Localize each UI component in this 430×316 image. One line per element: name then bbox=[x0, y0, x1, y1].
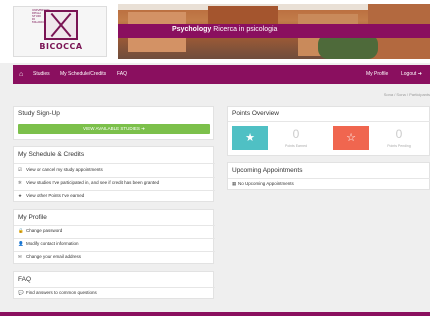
calendar-check-icon: ☑ bbox=[18, 167, 23, 172]
nav-logout[interactable]: Logout ➜ bbox=[401, 65, 422, 84]
no-appointments-text: ▦ No Upcoming Appointments bbox=[232, 181, 294, 186]
nav-my-schedule[interactable]: My Schedule/Credits bbox=[60, 65, 106, 84]
view-studies-button[interactable]: VIEW AVAILABLE STUDIES ➜ bbox=[18, 124, 210, 134]
user-icon: 👤 bbox=[18, 241, 24, 246]
logo-emblem-icon bbox=[44, 10, 78, 40]
star-icon: ★ bbox=[245, 132, 255, 144]
home-icon[interactable]: ⌂ bbox=[19, 65, 23, 84]
comments-icon: 💬 bbox=[18, 290, 24, 295]
study-signup-title: Study Sign-Up bbox=[18, 110, 60, 117]
lock-icon: 🔒 bbox=[18, 228, 24, 233]
points-earned-caption: Points Earned bbox=[285, 144, 307, 148]
points-pending-caption: Points Pending bbox=[387, 144, 411, 148]
points-earned-value: 0 bbox=[292, 127, 300, 141]
schedule-title: My Schedule & Credits bbox=[18, 151, 85, 158]
arrow-circle-icon: ➜ bbox=[141, 126, 145, 131]
nav-faq[interactable]: FAQ bbox=[117, 65, 127, 84]
banner-title: Psychology Ricerca in psicologia bbox=[172, 26, 278, 33]
points-earned-tile: ★ bbox=[232, 126, 268, 150]
study-signup-panel: Study Sign-Up VIEW AVAILABLE STUDIES ➜ bbox=[13, 106, 214, 140]
points-pending-tile: ☆ bbox=[333, 126, 369, 150]
profile-title: My Profile bbox=[18, 214, 47, 221]
schedule-panel: My Schedule & Credits ☑ View or cancel my… bbox=[13, 146, 215, 202]
half-star-icon: ☆ bbox=[346, 132, 356, 144]
points-title: Points Overview bbox=[232, 110, 279, 117]
faq-panel: FAQ 💬 Find answers to common questions bbox=[13, 271, 215, 299]
exit-icon: ➜ bbox=[417, 71, 422, 77]
university-logo[interactable]: UNIVERSITA DEGLI STUDI DI MILANO BICOCCA bbox=[13, 6, 107, 57]
schedule-link-participated[interactable]: ✲ View studies I've participated in, and … bbox=[18, 180, 159, 186]
campus-banner: Psychology Ricerca in psicologia bbox=[118, 4, 430, 59]
points-panel: Points Overview ★ 0 Points Earned ☆ 0 Po… bbox=[227, 106, 430, 156]
gear-icon: ✲ bbox=[18, 180, 22, 185]
nav-my-profile[interactable]: My Profile bbox=[366, 65, 388, 84]
star-icon: ★ bbox=[18, 193, 23, 198]
faq-link-answers[interactable]: 💬 Find answers to common questions bbox=[18, 290, 97, 296]
profile-link-email[interactable]: ✉ Change your email address bbox=[18, 254, 81, 260]
nav-studies[interactable]: Studies bbox=[33, 65, 50, 84]
envelope-icon: ✉ bbox=[18, 254, 22, 259]
schedule-link-points[interactable]: ★ View other Points I've earned bbox=[18, 193, 84, 199]
points-pending-value: 0 bbox=[395, 127, 403, 141]
appointments-title: Upcoming Appointments bbox=[232, 167, 303, 174]
schedule-link-appointments[interactable]: ☑ View or cancel my study appointments bbox=[18, 167, 103, 173]
faq-title: FAQ bbox=[18, 276, 32, 283]
page-footer bbox=[0, 312, 430, 316]
profile-link-password[interactable]: 🔒 Change password bbox=[18, 228, 62, 234]
breadcrumb: Sona / Sona / Participants bbox=[383, 92, 430, 97]
appointments-panel: Upcoming Appointments ▦ No Upcoming Appoi… bbox=[227, 162, 430, 190]
main-navbar: ⌂ Studies My Schedule/Credits FAQ My Pro… bbox=[13, 65, 430, 84]
logo-name: BICOCCA bbox=[39, 42, 83, 51]
logo-small-text: UNIVERSITA DEGLI STUDI DI MILANO bbox=[32, 8, 50, 24]
profile-panel: My Profile 🔒 Change password 👤 Modify cont… bbox=[13, 209, 215, 264]
page-header: UNIVERSITA DEGLI STUDI DI MILANO BICOCCA… bbox=[0, 0, 430, 63]
profile-link-contact[interactable]: 👤 Modify contact information bbox=[18, 241, 79, 247]
